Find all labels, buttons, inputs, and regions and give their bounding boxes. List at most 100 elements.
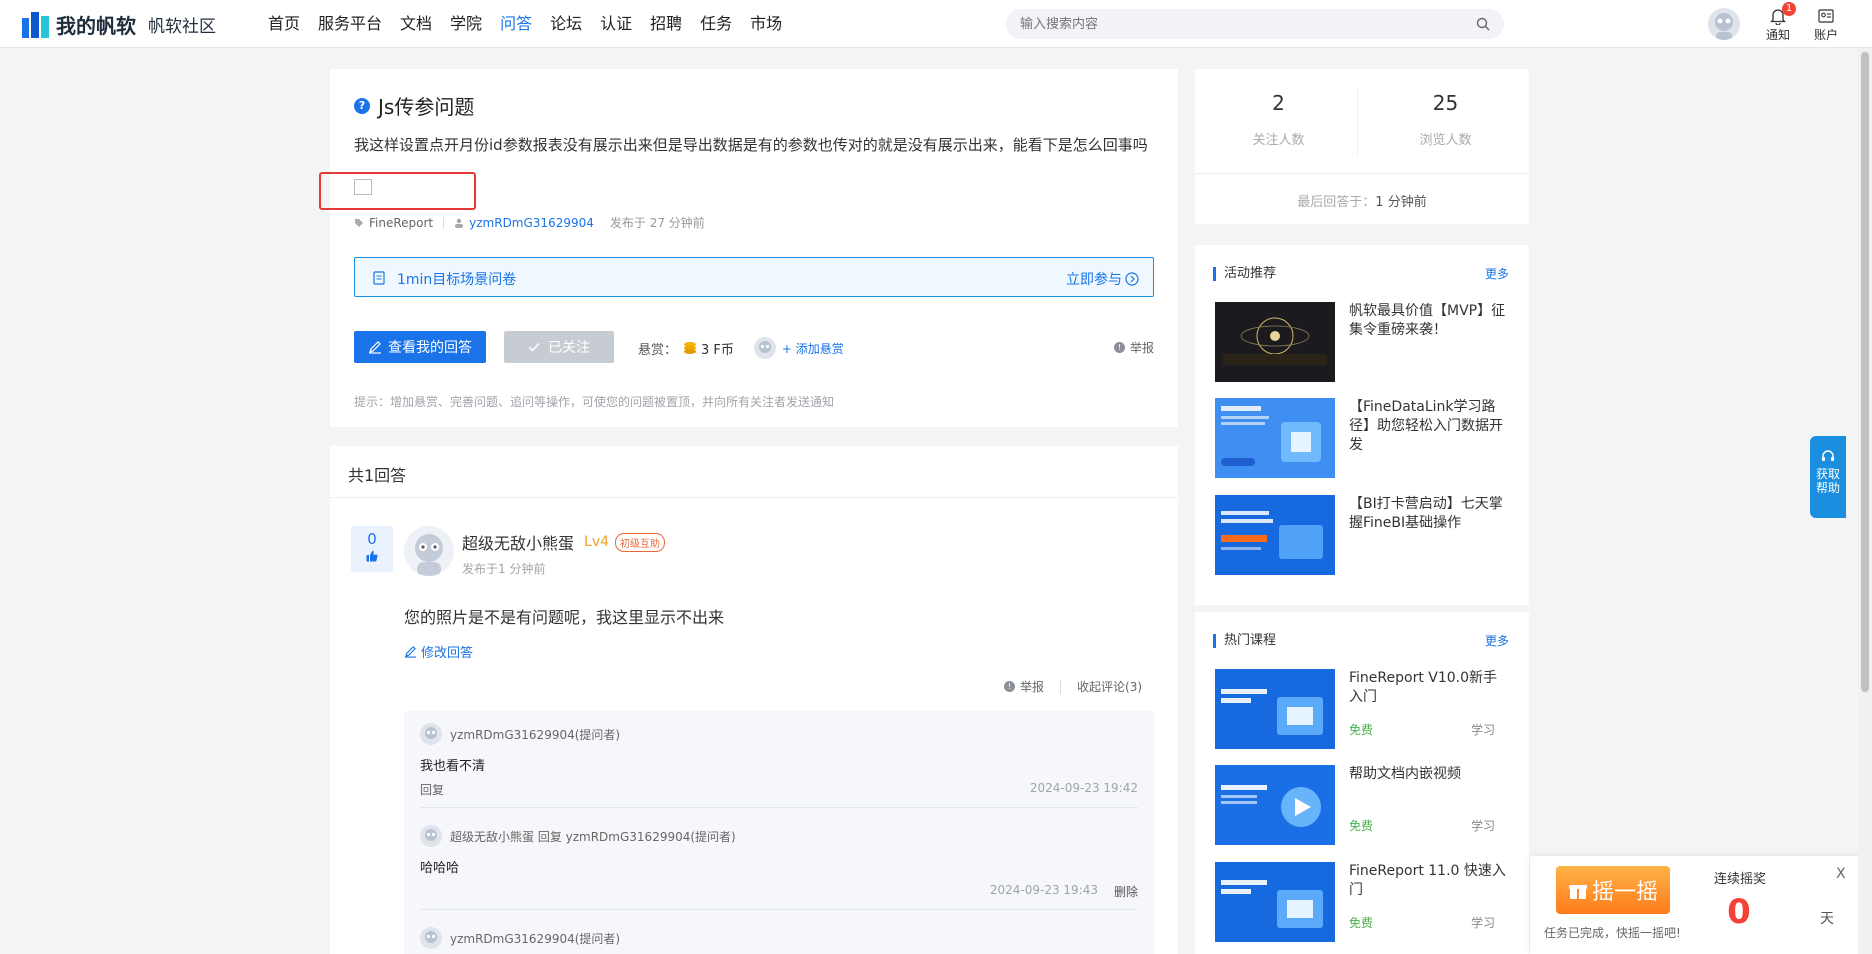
image-highlight-box <box>319 172 476 210</box>
logo[interactable]: 我的帆软 帆软社区 <box>22 10 216 38</box>
edit-answer-link[interactable]: 修改回答 <box>404 642 473 661</box>
answer-report-link[interactable]: 举报 <box>1020 678 1044 695</box>
course-thumbnail[interactable] <box>1215 669 1335 749</box>
course-thumbnail[interactable] <box>1215 862 1335 942</box>
question-author[interactable]: yzmRDmG31629904 <box>469 216 594 230</box>
shake-button[interactable]: 摇一摇 <box>1556 866 1670 914</box>
id-card-icon <box>1818 9 1834 23</box>
activity-title[interactable]: 帆软最具价值【MVP】征集令重磅来袭！ <box>1349 302 1509 340</box>
notification-button[interactable]: 1 通知 <box>1760 2 1796 43</box>
views-stat: 25 浏览人数 <box>1362 91 1529 148</box>
survey-icon <box>373 271 385 285</box>
course-title[interactable]: FineReport 11.0 快速入门 <box>1349 862 1509 900</box>
question-title-row: ? Js传参问题 <box>354 91 474 120</box>
commenter-name[interactable]: yzmRDmG31629904(提问者) <box>450 930 620 947</box>
activity-title[interactable]: 【BI打卡营启动】七天掌握FineBI基础操作 <box>1349 495 1509 533</box>
views-count: 25 <box>1432 91 1459 115</box>
commenter-name[interactable]: 超级无敌小熊蛋 回复 yzmRDmG31629904(提问者) <box>450 828 736 845</box>
last-reply-label: 最后回答于： <box>1297 195 1376 210</box>
reward-user-avatar <box>753 337 776 359</box>
commenter-avatar[interactable] <box>420 927 442 949</box>
activity-item[interactable]: 帆软最具价值【MVP】征集令重磅来袭！ <box>1215 302 1515 382</box>
nav-item-tasks[interactable]: 任务 <box>700 0 732 48</box>
activity-thumbnail[interactable] <box>1215 398 1335 478</box>
question-meta: FineReport yzmRDmG31629904 发布于 27 分钟前 <box>354 214 705 231</box>
courses-title: 热门课程 <box>1213 634 1276 648</box>
comment-reply-link[interactable]: 回复 <box>420 781 444 798</box>
fanruan-logo-icon <box>22 10 50 38</box>
survey-banner[interactable]: 1min目标场景问卷 立即参与 <box>354 257 1154 297</box>
course-thumbnail[interactable] <box>1215 765 1335 845</box>
activity-thumbnail[interactable] <box>1215 302 1335 382</box>
activity-item[interactable]: 【FineDataLink学习路径】助您轻松入门数据开发 <box>1215 398 1515 478</box>
shake-days-unit: 天 <box>1820 911 1834 927</box>
gift-icon <box>1568 885 1587 899</box>
answers-card: 共1回答 0 超级无敌小熊蛋 Lv4 初级互助 发布于1 分钟前 您的照片是不是… <box>330 446 1178 954</box>
shake-button-label: 摇一摇 <box>1591 880 1658 905</box>
activity-title[interactable]: 【FineDataLink学习路径】助您轻松入门数据开发 <box>1349 398 1509 455</box>
pencil-icon <box>369 341 381 354</box>
question-post-time: 发布于 27 分钟前 <box>609 216 705 230</box>
upvote-button[interactable]: 0 <box>351 526 393 572</box>
commenter-name[interactable]: yzmRDmG31629904(提问者) <box>450 726 620 743</box>
page-scrollbar[interactable] <box>1858 48 1872 954</box>
question-report-link[interactable]: ! 举报 <box>1113 339 1154 356</box>
nav-item-qa[interactable]: 问答 <box>500 0 532 48</box>
nav-item-jobs[interactable]: 招聘 <box>650 0 682 48</box>
comments-section: yzmRDmG31629904(提问者) 我也看不清 回复 2024-09-23… <box>404 711 1154 954</box>
get-help-button[interactable]: 获取 帮助 <box>1810 436 1846 518</box>
commenter-avatar[interactable] <box>420 825 442 847</box>
followers-count: 2 <box>1272 91 1285 115</box>
last-reply-info: 最后回答于：1 分钟前 <box>1195 191 1529 210</box>
course-title[interactable]: FineReport V10.0新手入门 <box>1349 669 1509 707</box>
view-my-answer-button[interactable]: 查看我的回答 <box>354 331 486 363</box>
course-study-link[interactable]: 学习 <box>1471 817 1495 834</box>
answerer-avatar[interactable] <box>404 526 454 576</box>
activity-item[interactable]: 【BI打卡营启动】七天掌握FineBI基础操作 <box>1215 495 1515 575</box>
user-avatar[interactable] <box>1708 8 1740 40</box>
stats-separator <box>1195 173 1529 174</box>
stats-divider <box>1357 89 1358 155</box>
search-input[interactable] <box>1006 9 1446 39</box>
course-item[interactable]: 帮助文档内嵌视频 免费 学习 <box>1215 765 1515 845</box>
delete-comment-link[interactable]: 删除 <box>1114 883 1138 900</box>
add-reward-link[interactable]: + 添加悬赏 <box>782 340 844 357</box>
course-study-link[interactable]: 学习 <box>1471 721 1495 738</box>
comment-item: yzmRDmG31629904(提问者) 我也看不清 回复 2024-09-23… <box>420 723 1138 813</box>
account-label: 账户 <box>1813 28 1838 42</box>
question-tag[interactable]: FineReport <box>369 216 433 230</box>
courses-more-link[interactable]: 更多 <box>1485 632 1509 649</box>
check-icon <box>528 342 540 352</box>
nav-item-home[interactable]: 首页 <box>268 0 300 48</box>
search-icon[interactable] <box>1476 17 1490 31</box>
question-body: 我这样设置点开月份id参数报表没有展示出来但是导出数据是有的参数也传对的就是没有… <box>354 136 1148 154</box>
nav-item-docs[interactable]: 文档 <box>400 0 432 48</box>
activity-thumbnail[interactable] <box>1215 495 1335 575</box>
activities-more-link[interactable]: 更多 <box>1485 265 1509 282</box>
answerer-name[interactable]: 超级无敌小熊蛋 <box>462 530 574 554</box>
community-name[interactable]: 帆软社区 <box>148 12 216 37</box>
nav-item-academy[interactable]: 学院 <box>450 0 482 48</box>
survey-join-label: 立即参与 <box>1066 272 1122 288</box>
last-reply-value: 1 分钟前 <box>1375 195 1427 210</box>
nav-item-certification[interactable]: 认证 <box>600 0 632 48</box>
answers-header: 共1回答 <box>330 446 1178 498</box>
survey-join-link[interactable]: 立即参与 <box>1066 269 1139 289</box>
course-item[interactable]: FineReport V10.0新手入门 免费 学习 <box>1215 669 1515 749</box>
followed-button[interactable]: 已关注 <box>504 331 614 363</box>
nav-item-forum[interactable]: 论坛 <box>550 0 582 48</box>
course-item[interactable]: FineReport 11.0 快速入门 免费 学习 <box>1215 862 1515 942</box>
nav-item-market[interactable]: 市场 <box>750 0 782 48</box>
scrollbar-thumb[interactable] <box>1861 52 1869 692</box>
course-title[interactable]: 帮助文档内嵌视频 <box>1349 765 1509 784</box>
comment-text: 哈哈哈 <box>420 861 460 876</box>
collapse-comments-link[interactable]: 收起评论(3) <box>1077 678 1142 695</box>
nav-item-service-platform[interactable]: 服务平台 <box>318 0 382 48</box>
shake-days-count: 0 <box>1727 892 1751 932</box>
course-free-label: 免费 <box>1349 819 1374 833</box>
commenter-avatar[interactable] <box>420 723 442 745</box>
survey-label: 1min目标场景问卷 <box>397 272 517 288</box>
account-button[interactable]: 账户 <box>1808 6 1844 43</box>
course-study-link[interactable]: 学习 <box>1471 914 1495 931</box>
close-icon[interactable]: X <box>1836 866 1846 882</box>
